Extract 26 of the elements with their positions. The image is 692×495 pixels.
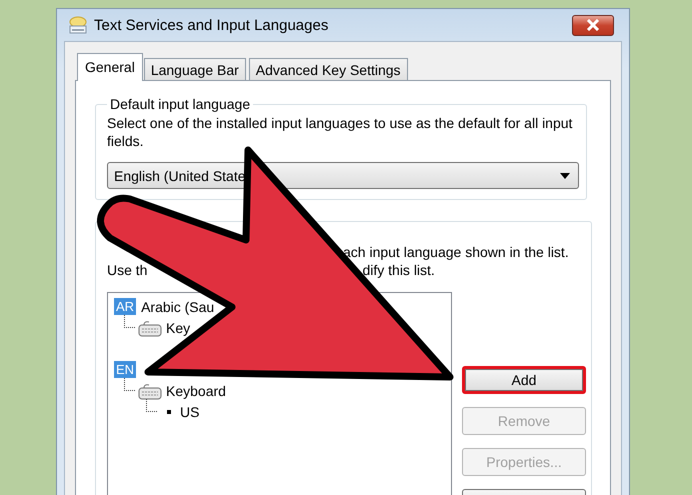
language-badge: AR — [114, 298, 136, 315]
bullet-icon — [166, 408, 172, 414]
tree-item[interactable]: Key — [166, 320, 190, 336]
tree-line — [124, 315, 135, 328]
language-dropdown[interactable]: English (United State — [107, 162, 579, 189]
tab[interactable]: Advanced Key Settings — [248, 58, 408, 80]
description-text: dify this list. — [362, 261, 435, 279]
close-icon — [586, 19, 600, 31]
tree-item[interactable]: Keyboard — [166, 382, 226, 398]
description-text: Use th — [107, 261, 148, 279]
tree-item[interactable]: Arabic (Sau — [141, 298, 214, 314]
dropdown-value: English (United State — [114, 168, 246, 184]
tab[interactable]: General — [77, 53, 143, 81]
list-button[interactable]: Add — [462, 366, 586, 394]
description-text: Select one of the installed input languages to use as the default for all input fields. — [107, 114, 574, 150]
keyboard-icon — [138, 318, 162, 336]
tree-line — [146, 399, 157, 412]
window-title: Text Services and Input Languages — [94, 16, 328, 34]
tab[interactable]: Language Bar — [144, 58, 246, 80]
dropdown-caret-icon — [560, 172, 570, 178]
language-badge: EN — [114, 361, 136, 378]
tree-item[interactable]: US — [180, 404, 200, 420]
close-button[interactable] — [572, 14, 614, 36]
tree-line — [124, 378, 135, 391]
group-title: Default input language — [109, 96, 252, 112]
keyboard-icon — [138, 382, 162, 400]
